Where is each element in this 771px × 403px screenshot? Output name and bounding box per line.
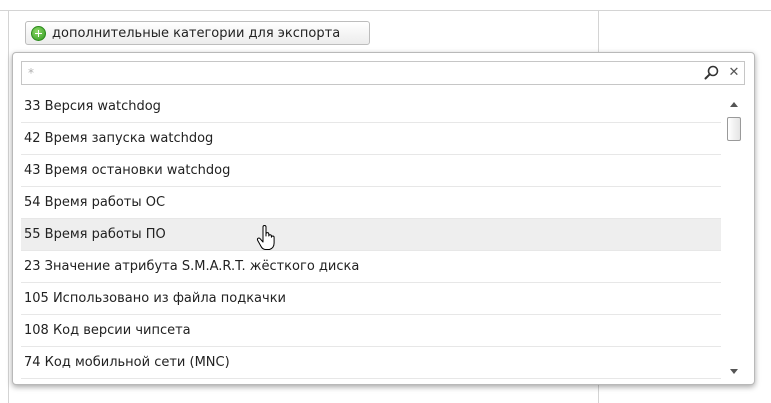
search-icon[interactable] — [703, 65, 721, 81]
content-frame-left — [8, 10, 9, 403]
scroll-down-arrow-icon[interactable] — [730, 369, 738, 374]
list-item[interactable]: 54 Время работы ОС — [21, 187, 721, 219]
category-list: 33 Версия watchdog 42 Время запуска watc… — [21, 91, 721, 384]
list-item-hovered[interactable]: 55 Время работы ПО — [21, 219, 721, 251]
search-bar: ✕ — [21, 61, 745, 85]
scroll-up-arrow-icon[interactable] — [730, 102, 738, 107]
search-input[interactable] — [22, 62, 700, 84]
categories-dropdown-panel: ✕ 33 Версия watchdog 42 Время запуска wa… — [12, 52, 755, 385]
add-export-categories-button[interactable]: дополнительные категории для экспорта — [25, 21, 370, 45]
list-item[interactable]: 23 Значение атрибута S.M.A.R.T. жёсткого… — [21, 251, 721, 283]
list-item[interactable]: 74 Код мобильной сети (MNC) — [21, 347, 721, 379]
plus-circle-icon — [31, 25, 46, 41]
scrollbar-thumb[interactable] — [727, 117, 741, 141]
list-item[interactable]: 42 Время запуска watchdog — [21, 123, 721, 155]
list-item[interactable]: 108 Код версии чипсета — [21, 315, 721, 347]
list-item[interactable]: 33 Версия watchdog — [21, 91, 721, 123]
content-frame-top — [0, 10, 771, 11]
list-item[interactable]: 105 Использовано из файла подкачки — [21, 283, 721, 315]
close-icon[interactable]: ✕ — [725, 64, 743, 82]
add-export-categories-label: дополнительные категории для экспорта — [52, 25, 341, 41]
list-item[interactable]: 43 Время остановки watchdog — [21, 155, 721, 187]
list-scrollbar[interactable] — [725, 91, 745, 384]
